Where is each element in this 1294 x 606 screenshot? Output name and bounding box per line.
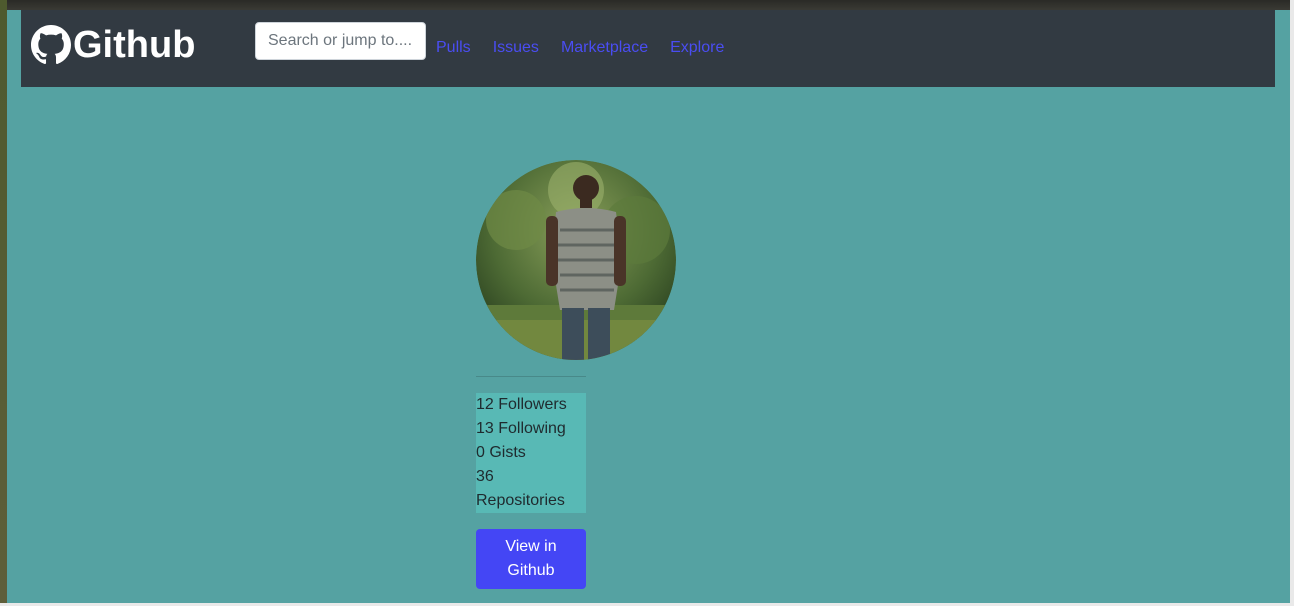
nav-links: Pulls Issues Marketplace Explore: [436, 38, 746, 58]
nav-link-issues[interactable]: Issues: [493, 38, 539, 58]
profile-stats: 12 Followers 13 Following 0 Gists 36 Rep…: [476, 393, 586, 513]
avatar: [476, 160, 676, 360]
search-input[interactable]: [255, 22, 426, 60]
view-in-github-button[interactable]: View in Github: [476, 529, 586, 589]
top-navbar: Github Pulls Issues Marketplace Explore: [21, 10, 1275, 87]
repositories-count: 36: [476, 468, 494, 485]
desktop-frame-left: [0, 0, 7, 606]
profile-divider: [476, 376, 586, 377]
browser-viewport: Github Pulls Issues Marketplace Explore: [7, 10, 1290, 603]
nav-link-marketplace[interactable]: Marketplace: [561, 38, 648, 58]
github-octocat-icon: [31, 25, 71, 65]
brand-name: Github: [73, 24, 196, 66]
repositories-label: Repositories: [476, 492, 565, 509]
desktop-frame-right: [1290, 0, 1294, 606]
profile-card: 12 Followers 13 Following 0 Gists 36 Rep…: [476, 160, 676, 589]
nav-link-explore[interactable]: Explore: [670, 38, 724, 58]
following-count: 13 Following: [476, 420, 566, 437]
brand-link[interactable]: Github: [31, 24, 195, 66]
desktop-frame-top: [0, 0, 1294, 10]
nav-link-pulls[interactable]: Pulls: [436, 38, 471, 58]
gists-count: 0 Gists: [476, 444, 526, 461]
followers-count: 12 Followers: [476, 396, 567, 413]
